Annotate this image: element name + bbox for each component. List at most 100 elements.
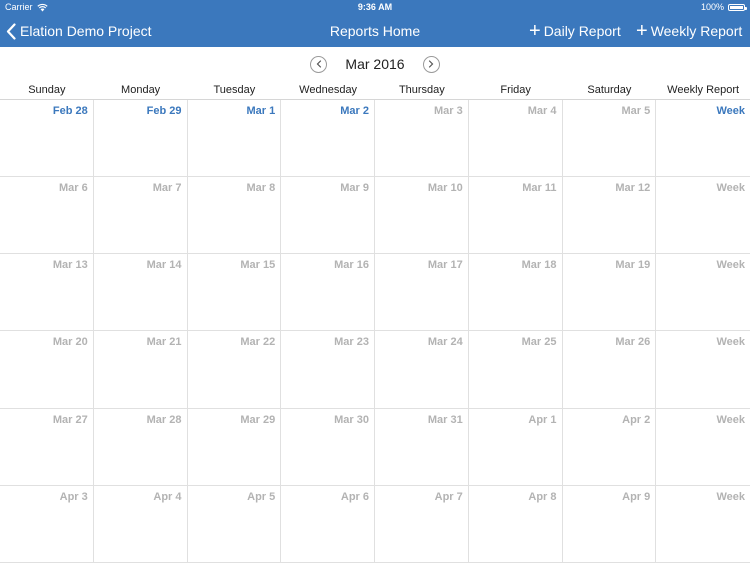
date-label: Mar 11 [522,182,557,195]
weekday-header: Tuesday [213,84,256,96]
day-cell[interactable]: Mar 19 [562,254,657,332]
day-cell[interactable]: Apr 2 [562,408,657,486]
day-cell[interactable]: Mar 15 [187,254,282,332]
date-label: Apr 1 [528,413,557,426]
date-label: Apr 3 [59,490,88,503]
weekday-header: Friday [500,84,531,96]
day-cell[interactable]: Mar 20 [0,331,94,409]
day-cell[interactable]: Mar 14 [93,254,188,332]
date-label: Mar 19 [615,259,651,272]
week-report-cell[interactable]: Week [656,409,750,486]
day-cell[interactable]: Feb 29 [93,100,188,178]
day-cell[interactable]: Mar 23 [281,331,375,409]
day-cell[interactable]: Mar 18 [468,254,563,332]
day-cell[interactable]: Mar 1 [187,100,282,178]
day-cell[interactable]: Mar 7 [93,177,188,255]
day-cell[interactable]: Mar 3 [375,100,469,178]
date-label: Mar 16 [334,259,369,272]
chevron-right-icon [428,60,434,68]
day-cell[interactable]: Mar 6 [0,177,94,255]
weekday-header: Thursday [398,84,445,96]
previous-month-button[interactable] [310,55,328,73]
week-report-cell[interactable]: Week [656,254,750,332]
day-cell[interactable]: Apr 5 [187,485,282,563]
status-bar: Carrier 9:36 AM 100% [0,0,750,15]
date-label: Apr 6 [340,490,369,503]
week-report-cell[interactable]: Week [656,331,750,409]
day-cell[interactable]: Mar 31 [375,408,469,486]
weekday-header: Saturday [587,84,632,96]
weekly-report-column-header: Weekly Report [667,84,740,96]
day-cell[interactable]: Mar 25 [468,331,563,409]
week-label: Week [716,490,745,503]
day-cell[interactable]: Apr 9 [562,485,657,563]
chevron-left-icon [316,60,322,68]
date-label: Mar 13 [52,259,88,272]
week-report-cell[interactable]: Week [656,177,750,255]
day-cell[interactable]: Apr 3 [0,485,94,563]
add-weekly-report-button[interactable]: + Weekly Report [636,15,742,47]
week-report-cell[interactable]: Week [656,100,750,178]
day-cell[interactable]: Mar 24 [375,331,469,409]
weekday-header: Wednesday [299,84,358,96]
add-daily-report-button[interactable]: + Daily Report [529,15,621,47]
day-cell[interactable]: Apr 4 [93,485,188,563]
date-label: Apr 5 [247,490,276,503]
date-label: Apr 2 [622,413,651,426]
plus-icon: + [529,20,541,42]
date-label: Mar 30 [334,413,369,426]
day-cell[interactable]: Mar 4 [468,100,563,178]
date-label: Mar 29 [240,413,276,426]
week-label: Week [716,105,745,117]
week-label: Week [716,336,745,349]
day-cell[interactable]: Mar 2 [281,100,375,178]
day-cell[interactable]: Mar 11 [468,177,563,255]
day-cell[interactable]: Mar 8 [187,177,282,255]
date-label: Feb 28 [52,105,88,117]
day-cell[interactable]: Mar 26 [562,331,657,409]
date-label: Mar 3 [434,105,463,117]
date-label: Mar 22 [240,336,276,349]
date-label: Mar 12 [615,182,651,195]
day-cell[interactable]: Apr 6 [281,485,375,563]
weekday-header: Monday [121,84,161,96]
back-button[interactable]: Elation Demo Project [6,15,152,47]
chevron-left-icon [6,22,16,40]
day-cell[interactable]: Mar 12 [562,177,657,255]
day-cell[interactable]: Mar 22 [187,331,282,409]
day-cell[interactable]: Mar 27 [0,408,94,486]
clock: 9:36 AM [357,2,393,12]
week-report-cell[interactable]: Week [656,486,750,563]
weekday-header-row: Sunday Monday Tuesday Wednesday Thursday Frid… [0,80,750,100]
day-cell[interactable]: Mar 5 [562,100,657,178]
date-label: Mar 18 [521,259,557,272]
date-label: Mar 27 [52,413,88,426]
date-label: Mar 8 [246,182,276,195]
battery-icon [728,4,747,11]
date-label: Mar 5 [621,105,651,117]
next-month-button[interactable] [422,55,440,73]
day-cell[interactable]: Feb 28 [0,100,94,178]
week-label: Week [716,413,745,426]
day-cell[interactable]: Mar 13 [0,254,94,332]
day-cell[interactable]: Mar 16 [281,254,375,332]
date-label: Mar 26 [615,336,651,349]
daily-report-label: Daily Report [543,23,621,39]
day-cell[interactable]: Mar 30 [281,408,375,486]
date-label: Mar 23 [334,336,369,349]
day-cell[interactable]: Mar 29 [187,408,282,486]
day-cell[interactable]: Mar 17 [375,254,469,332]
day-cell[interactable]: Apr 7 [375,485,469,563]
day-cell[interactable]: Apr 1 [468,408,563,486]
day-cell[interactable]: Mar 28 [93,408,188,486]
date-label: Mar 2 [340,105,369,117]
date-label: Mar 28 [146,413,182,426]
day-cell[interactable]: Mar 9 [281,177,375,255]
date-label: Mar 15 [240,259,276,272]
day-cell[interactable]: Mar 10 [375,177,469,255]
date-label: Mar 31 [427,413,463,426]
navigation-bar: Elation Demo Project Reports Home + Dail… [0,15,750,47]
day-cell[interactable]: Apr 8 [468,485,563,563]
date-label: Apr 4 [153,490,182,503]
day-cell[interactable]: Mar 21 [93,331,188,409]
